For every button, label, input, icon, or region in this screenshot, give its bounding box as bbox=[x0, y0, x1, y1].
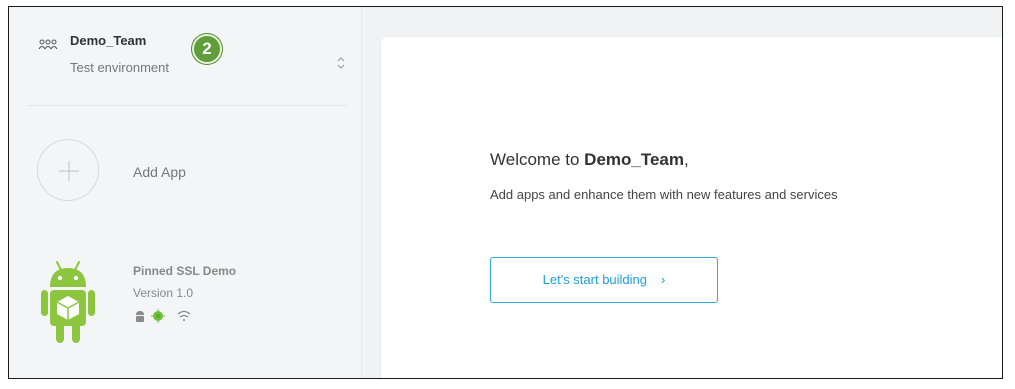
android-sdk-icon bbox=[151, 309, 165, 323]
platform-icons bbox=[136, 309, 191, 323]
chevron-up-down-icon[interactable] bbox=[336, 55, 346, 71]
welcome-panel: Welcome to Demo_Team, Add apps and enhan… bbox=[381, 37, 1002, 378]
add-app-label: Add App bbox=[133, 164, 186, 180]
team-environment: Test environment bbox=[70, 60, 169, 75]
team-icon bbox=[38, 39, 58, 50]
app-name: Pinned SSL Demo bbox=[133, 264, 237, 278]
sidebar: Demo_Team Test environment 2 Add App Pin… bbox=[9, 7, 362, 378]
chevron-right-icon: › bbox=[661, 272, 666, 287]
add-app-button[interactable]: Add App bbox=[37, 139, 337, 205]
start-building-button[interactable]: Let's start building › bbox=[490, 257, 718, 303]
app-version: Version 1.0 bbox=[133, 286, 194, 300]
wifi-icon bbox=[177, 310, 191, 321]
step-number-badge: 2 bbox=[192, 34, 222, 64]
app-list-item[interactable]: Pinned SSL Demo Version 1.0 bbox=[37, 259, 337, 349]
android-icon bbox=[136, 311, 144, 322]
team-selector[interactable]: Demo_Team Test environment 2 bbox=[9, 7, 362, 107]
welcome-team-name: Demo_Team bbox=[584, 150, 685, 169]
team-name: Demo_Team bbox=[70, 33, 147, 48]
plus-icon bbox=[59, 161, 79, 181]
welcome-prefix: Welcome to bbox=[490, 150, 585, 169]
welcome-heading: Welcome to Demo_Team, bbox=[490, 150, 689, 170]
welcome-subtitle: Add apps and enhance them with new featu… bbox=[490, 187, 838, 202]
add-app-circle[interactable] bbox=[37, 139, 99, 201]
start-building-label: Let's start building bbox=[542, 272, 648, 287]
app-frame: Demo_Team Test environment 2 Add App Pin… bbox=[8, 6, 1003, 379]
welcome-suffix: , bbox=[684, 150, 689, 169]
sidebar-divider bbox=[27, 105, 347, 106]
android-robot-icon bbox=[41, 261, 95, 343]
